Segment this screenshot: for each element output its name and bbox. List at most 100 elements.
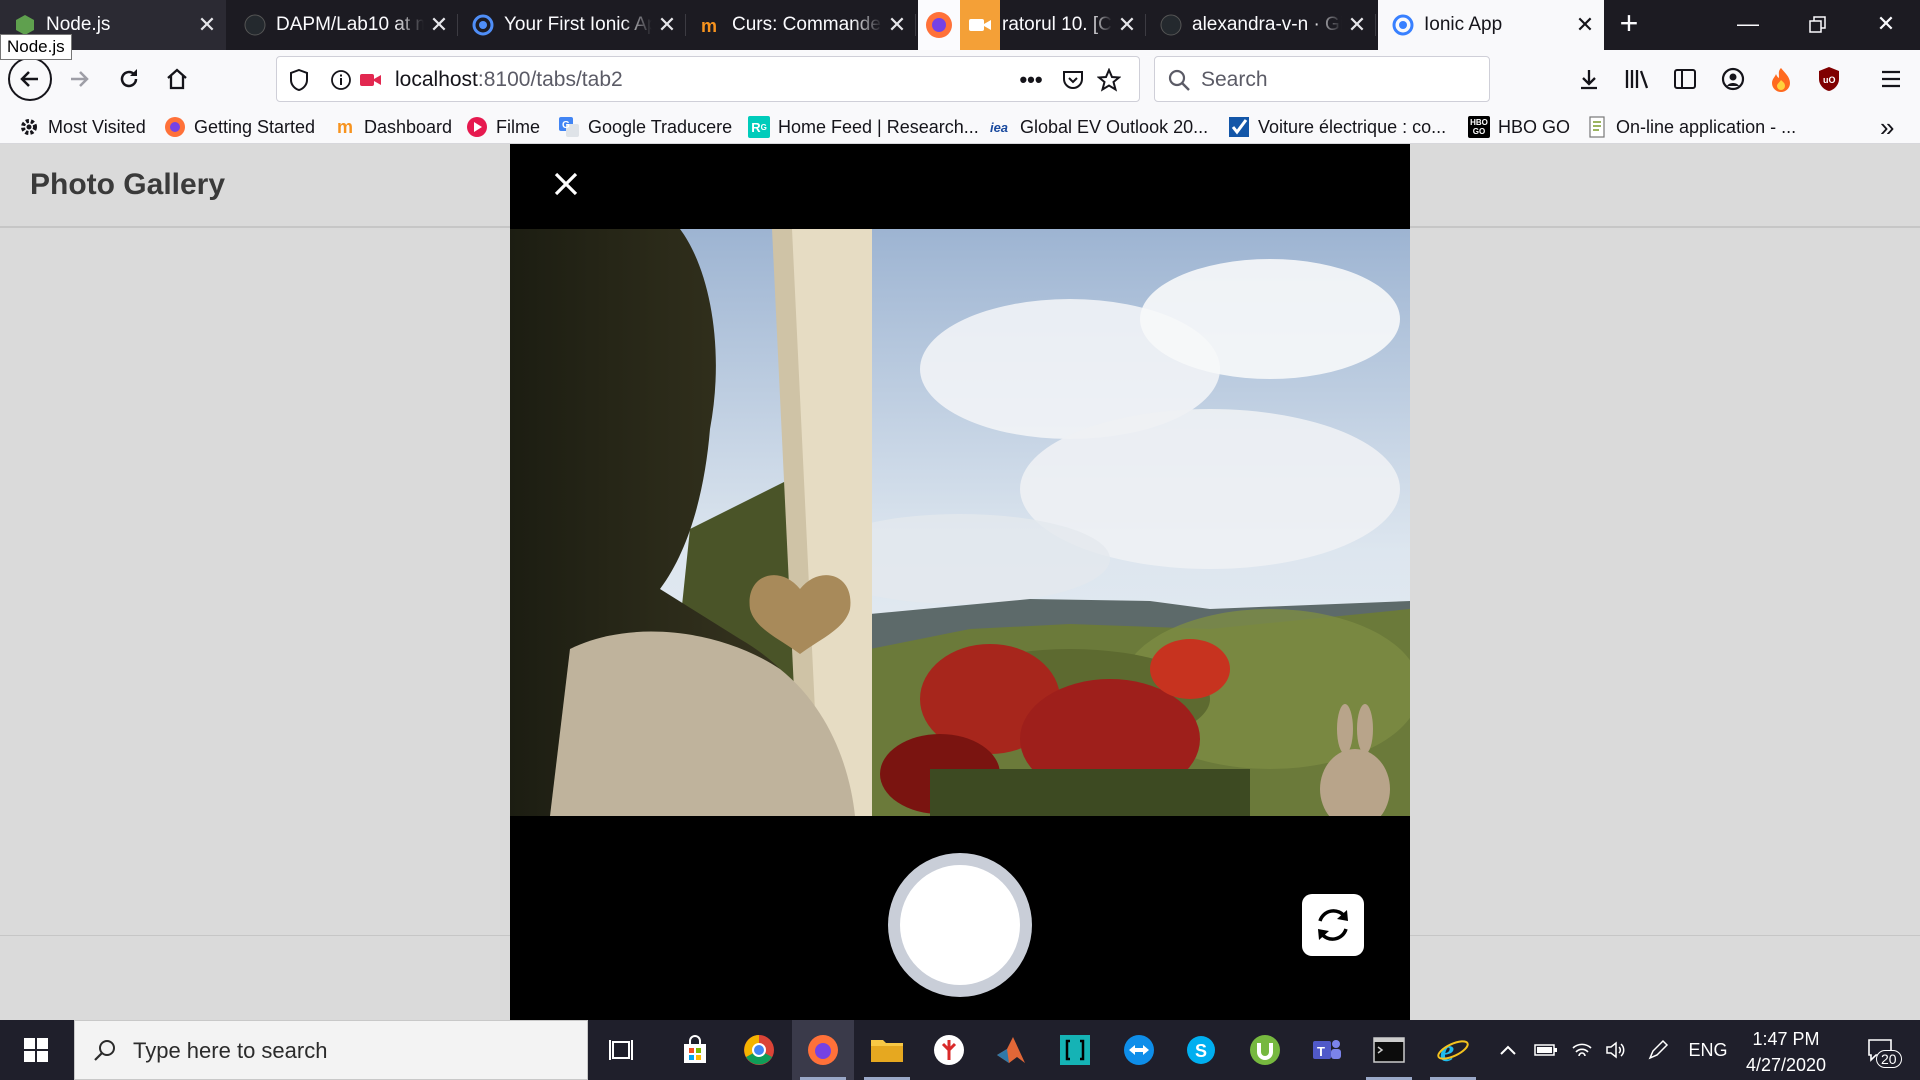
bookmarks-overflow-button[interactable]: » [1880, 111, 1895, 142]
start-button[interactable] [0, 1020, 72, 1080]
close-camera-button[interactable] [544, 162, 588, 206]
battery-icon [1534, 1044, 1557, 1056]
volume-indicator[interactable] [1600, 1020, 1632, 1080]
taskbar-utorrent[interactable] [1234, 1020, 1296, 1080]
home-button[interactable] [156, 58, 198, 100]
tab-github-alexandra[interactable]: alexandra-v-n · Gi ✕ [1146, 0, 1376, 50]
taskbar-internet-explorer[interactable]: e [1422, 1020, 1484, 1080]
document-icon [1586, 116, 1608, 138]
close-icon[interactable]: ✕ [652, 12, 682, 38]
bookmark-getting-started[interactable]: Getting Started [164, 113, 315, 141]
camera-in-use-icon[interactable] [359, 68, 383, 92]
pen-workspace-button[interactable] [1642, 1020, 1674, 1080]
show-hidden-icons-button[interactable] [1492, 1020, 1524, 1080]
brackets-icon [1060, 1035, 1090, 1065]
gear-icon [18, 116, 40, 138]
bookmark-voiture-electrique[interactable]: Voiture électrique : co... [1228, 113, 1446, 141]
taskbar-teamviewer[interactable] [1108, 1020, 1170, 1080]
system-clock[interactable]: 1:47 PM 4/27/2020 [1728, 1026, 1844, 1078]
shutter-inner [900, 865, 1020, 985]
bookmark-iea-ev-outlook[interactable]: iea Global EV Outlook 20... [986, 113, 1208, 141]
forward-button[interactable] [58, 58, 100, 100]
taskbar-firefox[interactable] [792, 1020, 854, 1080]
account-icon [1721, 67, 1745, 91]
network-indicator[interactable] [1566, 1020, 1598, 1080]
tab-your-first-ionic-app[interactable]: Your First Ionic Ap ✕ [458, 0, 686, 50]
tab-label: alexandra-v-n · Gi [1192, 14, 1342, 35]
close-icon[interactable]: ✕ [192, 12, 222, 38]
url-text[interactable]: localhost:8100/tabs/tab2 [395, 68, 623, 92]
taskbar-microsoft-store[interactable] [664, 1020, 726, 1080]
camera-preview [510, 229, 1410, 816]
taskbar-app-red[interactable] [918, 1020, 980, 1080]
url-bar[interactable]: localhost:8100/tabs/tab2 ••• [276, 56, 1140, 102]
taskbar-matlab[interactable] [980, 1020, 1042, 1080]
task-view-button[interactable] [592, 1020, 654, 1080]
account-button[interactable] [1712, 58, 1754, 100]
reload-button[interactable] [108, 58, 150, 100]
taskbar-command-prompt[interactable] [1358, 1020, 1420, 1080]
firefox-icon [808, 1035, 838, 1065]
taskbar-skype[interactable]: S [1170, 1020, 1232, 1080]
flip-camera-button[interactable] [1302, 894, 1364, 956]
chevron-double-right-icon: » [1880, 111, 1895, 142]
bookmark-most-visited[interactable]: Most Visited [18, 113, 146, 141]
bookmark-google-traducere[interactable]: G Google Traducere [558, 113, 732, 141]
page-content: Photo Gallery [0, 144, 1920, 1020]
battery-indicator[interactable] [1530, 1020, 1562, 1080]
library-button[interactable] [1616, 58, 1658, 100]
bookmark-label: HBO GO [1498, 116, 1571, 137]
bookmark-filme[interactable]: Filme [466, 113, 540, 141]
ublock-button[interactable]: uO [1808, 58, 1850, 100]
back-button[interactable] [8, 57, 52, 101]
new-tab-button[interactable]: + [1612, 0, 1646, 50]
downloads-button[interactable] [1568, 58, 1610, 100]
close-icon[interactable]: ✕ [882, 12, 912, 38]
pocket-icon[interactable] [1061, 68, 1085, 92]
bookmark-label: Home Feed | Research... [778, 116, 979, 137]
bookmark-dashboard[interactable]: m Dashboard [334, 113, 452, 141]
taskbar-brackets[interactable] [1044, 1020, 1106, 1080]
taskbar-search-box[interactable]: Type here to search [74, 1020, 588, 1080]
bookmark-online-application[interactable]: On-line application - ... [1586, 113, 1796, 141]
hamburger-menu-icon [1882, 70, 1900, 88]
close-icon [554, 172, 578, 196]
tab-label: Your First Ionic Ap [504, 14, 652, 35]
menu-button[interactable] [1870, 58, 1912, 100]
action-center-button[interactable]: 20 [1850, 1020, 1910, 1080]
bookmark-star-icon[interactable] [1097, 68, 1121, 92]
teamviewer-icon [1124, 1035, 1154, 1065]
chevron-up-icon [1500, 1045, 1516, 1055]
sidebar-button[interactable] [1664, 58, 1706, 100]
shutter-button[interactable] [888, 853, 1032, 997]
close-icon[interactable]: ✕ [1570, 12, 1600, 38]
more-actions-icon[interactable]: ••• [1019, 67, 1043, 92]
search-icon [93, 1038, 117, 1067]
tab-ionic-app[interactable]: Ionic App ✕ [1378, 0, 1604, 50]
close-icon[interactable]: ✕ [1112, 12, 1142, 38]
restore-window-button[interactable] [1788, 0, 1848, 50]
bookmark-hbo-go[interactable]: HBO GO HBO GO [1468, 113, 1570, 141]
close-window-button[interactable]: ✕ [1856, 0, 1916, 50]
svg-text:S: S [1195, 1041, 1207, 1061]
minimize-window-button[interactable]: — [1718, 0, 1778, 50]
search-placeholder: Search [1201, 68, 1268, 91]
tab-dapm-lab10[interactable]: DAPM/Lab10 at m ✕ [230, 0, 458, 50]
task-view-icon [609, 1040, 633, 1060]
extension-fire-button[interactable] [1760, 58, 1802, 100]
search-bar[interactable]: Search [1154, 56, 1490, 102]
svg-text:G: G [562, 120, 570, 131]
taskbar-file-explorer[interactable] [856, 1020, 918, 1080]
close-icon[interactable]: ✕ [424, 12, 454, 38]
info-icon[interactable] [329, 68, 353, 92]
svg-text:uO: uO [1823, 75, 1836, 85]
close-icon[interactable]: ✕ [1342, 12, 1372, 38]
firefox-icon [918, 0, 960, 50]
speaker-icon [1606, 1041, 1625, 1059]
shield-icon[interactable] [287, 68, 311, 92]
taskbar-chrome[interactable] [728, 1020, 790, 1080]
taskbar-teams[interactable]: T [1296, 1020, 1358, 1080]
tab-curs-commande[interactable]: m Curs: Commande ✕ [686, 0, 916, 50]
tab-camera-sharing[interactable]: ratorul 10. [C ✕ [918, 0, 1146, 50]
bookmark-researchgate[interactable]: RG Home Feed | Research... [748, 113, 979, 141]
